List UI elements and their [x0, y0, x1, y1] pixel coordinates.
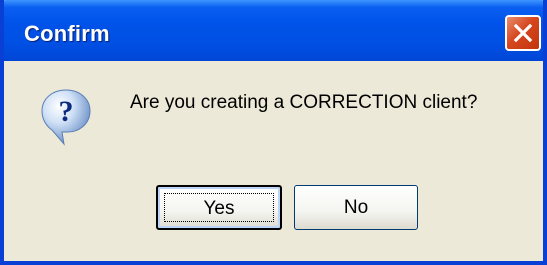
dialog-title: Confirm	[24, 21, 110, 46]
svg-text:?: ?	[59, 95, 74, 128]
yes-button-label: Yes	[203, 198, 235, 219]
close-icon	[513, 23, 533, 43]
confirm-message: Are you creating a CORRECTION client?	[130, 92, 478, 113]
no-button[interactable]: No	[294, 185, 418, 230]
title-bar[interactable]: Confirm	[4, 0, 543, 61]
yes-button[interactable]: Yes	[156, 185, 282, 230]
confirm-dialog: Confirm ? Are you creating a CORRECTION …	[0, 0, 547, 265]
close-button[interactable]	[505, 15, 541, 51]
question-icon: ?	[41, 89, 91, 146]
no-button-label: No	[343, 197, 369, 218]
